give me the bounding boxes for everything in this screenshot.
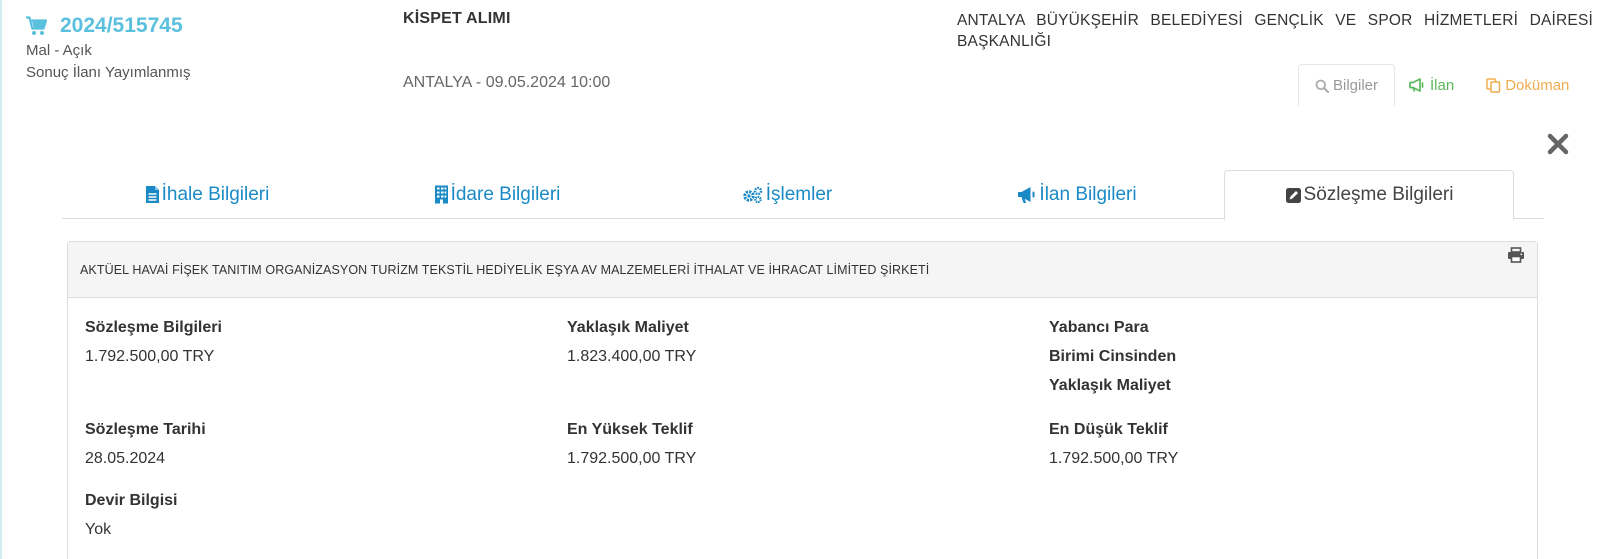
close-icon[interactable] (1544, 130, 1572, 158)
field-contract-date: Sözleşme Tarihi 28.05.2024 (85, 415, 206, 473)
tender-type: Mal - Açık (26, 42, 92, 59)
field-label-line: Yabancı Para (1049, 319, 1149, 336)
field-label: Devir Bilgisi (85, 492, 178, 509)
field-label: En Düşük Teklif (1049, 421, 1168, 438)
tab-sozlesme-bilgileri[interactable]: Sözleşme Bilgileri (1224, 170, 1514, 220)
ikn-number[interactable]: 2024/515745 (60, 14, 183, 38)
ilan-button-label: İlan (1430, 76, 1455, 94)
ilan-button[interactable]: İlan (1395, 64, 1470, 106)
field-lowest-bid: En Düşük Teklif 1.792.500,00 TRY (1049, 415, 1178, 473)
info-button[interactable]: Bilgiler (1298, 64, 1396, 106)
tab-bar: İhale Bilgileri İdare Bilgileri İşlemler (62, 170, 1544, 220)
file-text-icon (145, 186, 159, 203)
tab-idare-bilgileri[interactable]: İdare Bilgileri (352, 170, 642, 219)
tab-ilan-bilgileri[interactable]: İlan Bilgileri (932, 170, 1222, 219)
building-icon (434, 185, 448, 204)
copy-icon (1486, 77, 1501, 93)
field-label-line: Yaklaşık Maliyet (1049, 377, 1171, 394)
field-contract-amount: Sözleşme Bilgileri 1.792.500,00 TRY (85, 313, 222, 371)
tender-title: KİSPET ALIMI (403, 10, 511, 27)
contract-panel-header: AKTÜEL HAVAİ FİŞEK TANITIM ORGANİZASYON … (68, 242, 1537, 298)
tab-label: İhale Bilgileri (161, 183, 270, 205)
field-label: Sözleşme Bilgileri (85, 319, 222, 336)
tab-label: Sözleşme Bilgileri (1303, 184, 1454, 205)
field-label: En Yüksek Teklif (567, 421, 693, 438)
header-actions: Bilgiler İlan Doküman (1298, 64, 1581, 106)
ikn-row: 2024/515745 (26, 14, 191, 38)
bullhorn-icon (1409, 78, 1424, 92)
shopping-cart-icon (26, 16, 48, 35)
gears-icon (743, 186, 762, 203)
document-button[interactable]: Doküman (1470, 64, 1581, 106)
tab-label: İşlemler (765, 183, 833, 205)
tab-ihale-bilgileri[interactable]: İhale Bilgileri (62, 170, 352, 219)
document-button-label: Doküman (1505, 76, 1570, 94)
field-value: Yok (85, 521, 112, 538)
tab-label: İlan Bilgileri (1039, 183, 1137, 205)
field-label: Yaklaşık Maliyet (567, 319, 689, 336)
field-label: Sözleşme Tarihi (85, 421, 206, 438)
field-transfer-info: Devir Bilgisi Yok (85, 486, 177, 544)
tender-place-date: ANTALYA - 09.05.2024 10:00 (403, 74, 611, 91)
contractor-name: AKTÜEL HAVAİ FİŞEK TANITIM ORGANİZASYON … (80, 263, 930, 277)
contract-panel: AKTÜEL HAVAİ FİŞEK TANITIM ORGANİZASYON … (67, 241, 1538, 559)
print-icon[interactable] (1507, 247, 1525, 263)
administration-name: ANTALYA BÜYÜKŞEHİR BELEDİYESİ GENÇLİK VE… (957, 12, 1593, 50)
tender-status: Sonuç İlanı Yayımlanmış (26, 64, 191, 81)
field-value: 1.792.500,00 TRY (1049, 450, 1179, 467)
tender-summary: 2024/515745 Mal - Açık Sonuç İlanı Yayım… (26, 14, 191, 81)
field-highest-bid: En Yüksek Teklif 1.792.500,00 TRY (567, 415, 696, 473)
info-button-label: Bilgiler (1333, 77, 1379, 94)
tab-islemler[interactable]: İşlemler (642, 170, 932, 219)
field-value: 1.823.400,00 TRY (567, 348, 697, 365)
field-value: 1.792.500,00 TRY (567, 450, 697, 467)
bullhorn-icon (1018, 186, 1035, 203)
left-border (0, 0, 2, 559)
field-value: 1.792.500,00 TRY (85, 348, 215, 365)
edit-icon (1285, 187, 1301, 203)
field-label-line: Birimi Cinsinden (1049, 348, 1177, 365)
search-icon (1315, 79, 1329, 93)
field-value: 28.05.2024 (85, 450, 166, 467)
field-approximate-cost: Yaklaşık Maliyet 1.823.400,00 TRY (567, 313, 696, 371)
field-foreign-currency-cost: Yabancı Para Birimi Cinsinden Yaklaşık M… (1049, 313, 1176, 400)
tab-label: İdare Bilgileri (450, 183, 561, 205)
